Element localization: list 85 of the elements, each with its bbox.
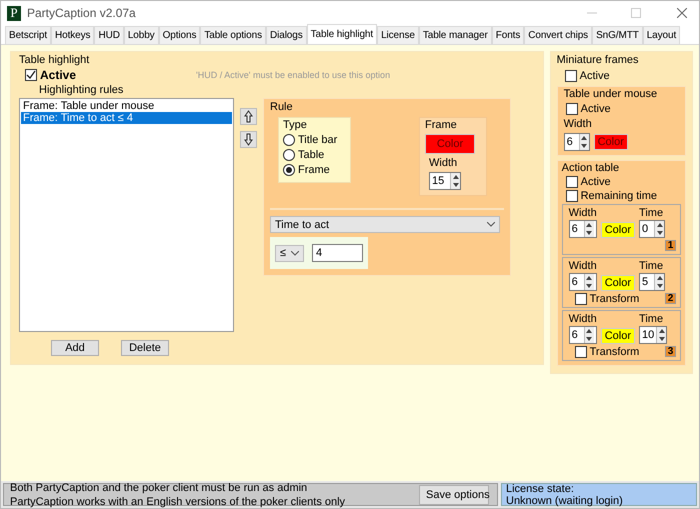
checkbox[interactable] — [566, 176, 578, 188]
rule-item[interactable]: Frame: Table under mouse — [21, 100, 232, 112]
checkbox-label: Transform — [590, 346, 640, 358]
field-label: Time — [639, 313, 664, 325]
color-button[interactable]: Color — [600, 275, 636, 291]
hint-text: 'HUD / Active' must be enabled to use this option — [196, 70, 390, 80]
field-label: Width — [564, 118, 593, 130]
tab[interactable]: SnG/MTT — [592, 26, 643, 44]
window-title: PartyCaption v2.07a — [27, 6, 137, 20]
caret-icon — [291, 250, 299, 256]
tab[interactable]: Fonts — [492, 26, 524, 44]
list-label: Highlighting rules — [39, 84, 124, 96]
radio-button[interactable] — [283, 149, 295, 161]
caret-icon — [487, 222, 495, 227]
radio-button[interactable] — [283, 164, 295, 176]
tab[interactable]: Dialogs — [266, 26, 307, 44]
radio-button[interactable] — [283, 134, 295, 146]
condition-dropdown[interactable]: Time to act — [270, 216, 500, 233]
group-title: Table under mouse — [564, 88, 658, 100]
field-label: Width — [568, 313, 597, 325]
status-message: Both PartyCaption and the poker client must be run as admin — [10, 482, 308, 494]
group-title: Frame — [425, 119, 458, 131]
save-button[interactable]: Save options — [419, 484, 489, 504]
checkbox[interactable] — [564, 70, 577, 82]
checkbox-label: Active — [580, 70, 610, 82]
tab[interactable]: Convert chips — [524, 26, 592, 44]
checkbox-label: Active — [580, 103, 611, 115]
checkbox-label: Active — [580, 176, 611, 188]
group-title: Type — [283, 119, 308, 131]
step-number: 1 — [665, 240, 676, 251]
license-value: Unknown (waiting login) — [506, 494, 624, 506]
panel-title: Miniature frames — [556, 54, 640, 66]
move-up-button[interactable] — [240, 108, 257, 125]
field-label: Width — [429, 157, 458, 169]
tab[interactable]: Betscript — [5, 26, 52, 44]
step-number: 2 — [665, 293, 676, 304]
checkbox-label: Transform — [590, 292, 640, 304]
color-button[interactable]: Color — [600, 222, 636, 238]
checkbox[interactable] — [574, 346, 587, 358]
radio-label: Title bar — [298, 134, 338, 146]
tab[interactable]: Options — [158, 26, 200, 44]
checkbox[interactable] — [566, 103, 578, 115]
field-label: Time — [639, 207, 664, 219]
number-spinner[interactable]: 6 — [564, 133, 590, 151]
list-button[interactable]: Delete — [121, 340, 169, 356]
group-title: Action table — [562, 162, 620, 174]
checkbox-label: Remaining time — [580, 190, 658, 202]
field-label: Time — [639, 260, 664, 272]
license-label: License state: — [506, 482, 575, 494]
close-icon[interactable] — [677, 8, 687, 18]
number-spinner[interactable]: 10 — [639, 326, 668, 344]
panel-title: Table highlight — [19, 54, 90, 66]
tab[interactable]: Table options — [200, 26, 266, 44]
rule-item[interactable]: Frame: Time to act ≤ 4 — [21, 112, 232, 124]
rules-list[interactable]: Frame: Table under mouse Frame: Time to act ≤ 4 — [19, 98, 234, 332]
tab[interactable]: License — [377, 26, 419, 44]
field-label: Width — [568, 207, 597, 219]
radio-label: Table — [298, 149, 324, 161]
tab[interactable]: Hotkeys — [51, 26, 94, 44]
checkbox-label: Active — [40, 68, 76, 82]
panel-title: Rule — [270, 101, 294, 113]
operator-dropdown[interactable]: ≤ — [275, 244, 304, 262]
tab[interactable]: Table highlight — [306, 24, 378, 44]
tab[interactable]: Layout — [642, 26, 680, 44]
status-message: PartyCaption works with an English versions of the poker clients only — [10, 496, 346, 508]
number-spinner[interactable]: 5 — [639, 273, 666, 291]
number-spinner[interactable]: 15 — [429, 172, 461, 190]
checkbox[interactable] — [574, 292, 587, 304]
tab[interactable]: Table manager — [418, 26, 492, 44]
tab[interactable]: HUD — [94, 26, 124, 44]
value-field[interactable]: 4 — [312, 244, 363, 262]
number-spinner[interactable]: 6 — [568, 220, 597, 238]
app-logo: P — [7, 6, 21, 20]
move-down-button[interactable] — [240, 131, 257, 148]
checkbox[interactable] — [25, 69, 37, 81]
tab[interactable]: Lobby — [124, 26, 159, 44]
number-spinner[interactable]: 6 — [568, 326, 597, 344]
field-label: Width — [568, 260, 597, 272]
list-button[interactable]: Add — [51, 340, 99, 356]
number-spinner[interactable]: 6 — [568, 273, 597, 291]
checkbox[interactable] — [566, 190, 578, 202]
number-spinner[interactable]: 0 — [639, 220, 666, 238]
color-button[interactable]: Color — [600, 328, 636, 344]
radio-label: Frame — [298, 164, 330, 176]
step-number: 3 — [665, 346, 676, 357]
